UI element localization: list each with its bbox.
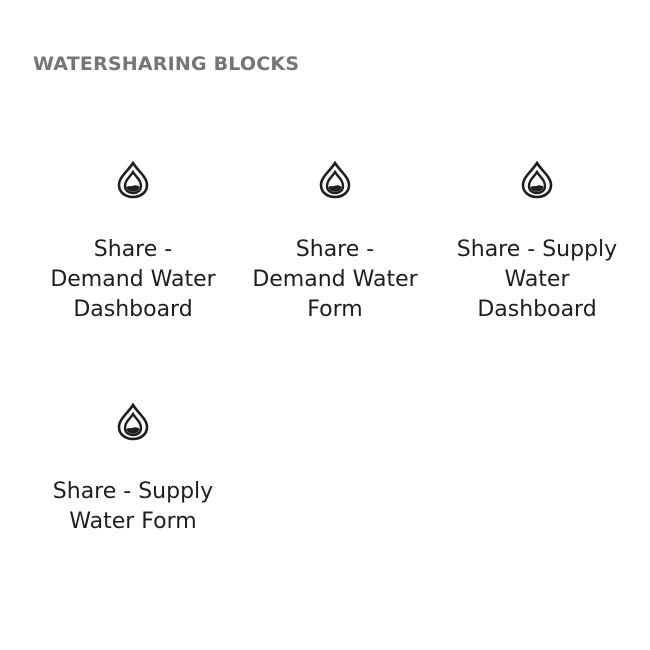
block-label: Share - Demand Water Form <box>252 237 418 322</box>
water-drop-icon <box>315 160 355 200</box>
block-label: Share - Supply Water Form <box>52 479 214 534</box>
block-inserter-panel: WATERSHARING BLOCKS Share - Demand Water… <box>0 0 650 650</box>
block-label: Share - Supply Water Dashboard <box>456 237 618 322</box>
block-item-share-supply-water-form[interactable]: Share - Supply Water Form <box>48 402 218 602</box>
block-item-share-demand-water-form[interactable]: Share - Demand Water Form <box>250 160 420 360</box>
block-label: Share - Demand Water Dashboard <box>50 237 216 322</box>
block-item-share-supply-water-dashboard[interactable]: Share - Supply Water Dashboard <box>452 160 622 360</box>
section-title: WATERSHARING BLOCKS <box>33 53 300 75</box>
water-drop-icon <box>113 160 153 200</box>
water-drop-icon <box>517 160 557 200</box>
water-drop-icon <box>113 402 153 442</box>
block-item-share-demand-water-dashboard[interactable]: Share - Demand Water Dashboard <box>48 160 218 360</box>
